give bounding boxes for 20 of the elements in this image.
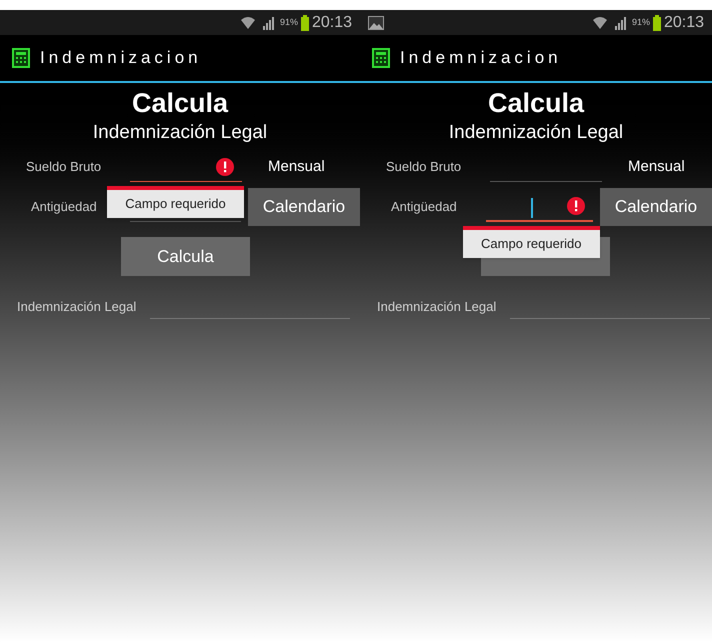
app-title: Indemnizacion	[400, 47, 562, 70]
field-label: Antigüedad	[390, 198, 458, 216]
field-label: Sueldo Bruto	[25, 158, 102, 176]
result-label: Indemnización Legal	[16, 298, 138, 316]
app-title: Indemnizacion	[40, 47, 202, 70]
clock-time: 20:13	[312, 12, 352, 32]
error-popup: Campo requerido	[107, 186, 244, 218]
subheading: Indemnización Legal	[448, 121, 624, 145]
field-label: Sueldo Bruto	[385, 158, 462, 176]
heading: Calcula	[132, 87, 228, 119]
error-popup: Campo requerido	[462, 226, 600, 258]
heading: Calcula	[488, 87, 584, 119]
battery-percent: 91%	[280, 16, 298, 29]
battery-percent: 91%	[632, 16, 650, 29]
period-label: Mensual	[268, 156, 325, 177]
field-label: Antigüedad	[30, 198, 98, 216]
subheading: Indemnización Legal	[92, 121, 268, 145]
result-label: Indemnización Legal	[376, 298, 498, 316]
period-label: Mensual	[628, 156, 685, 177]
clock-time: 20:13	[664, 12, 704, 32]
